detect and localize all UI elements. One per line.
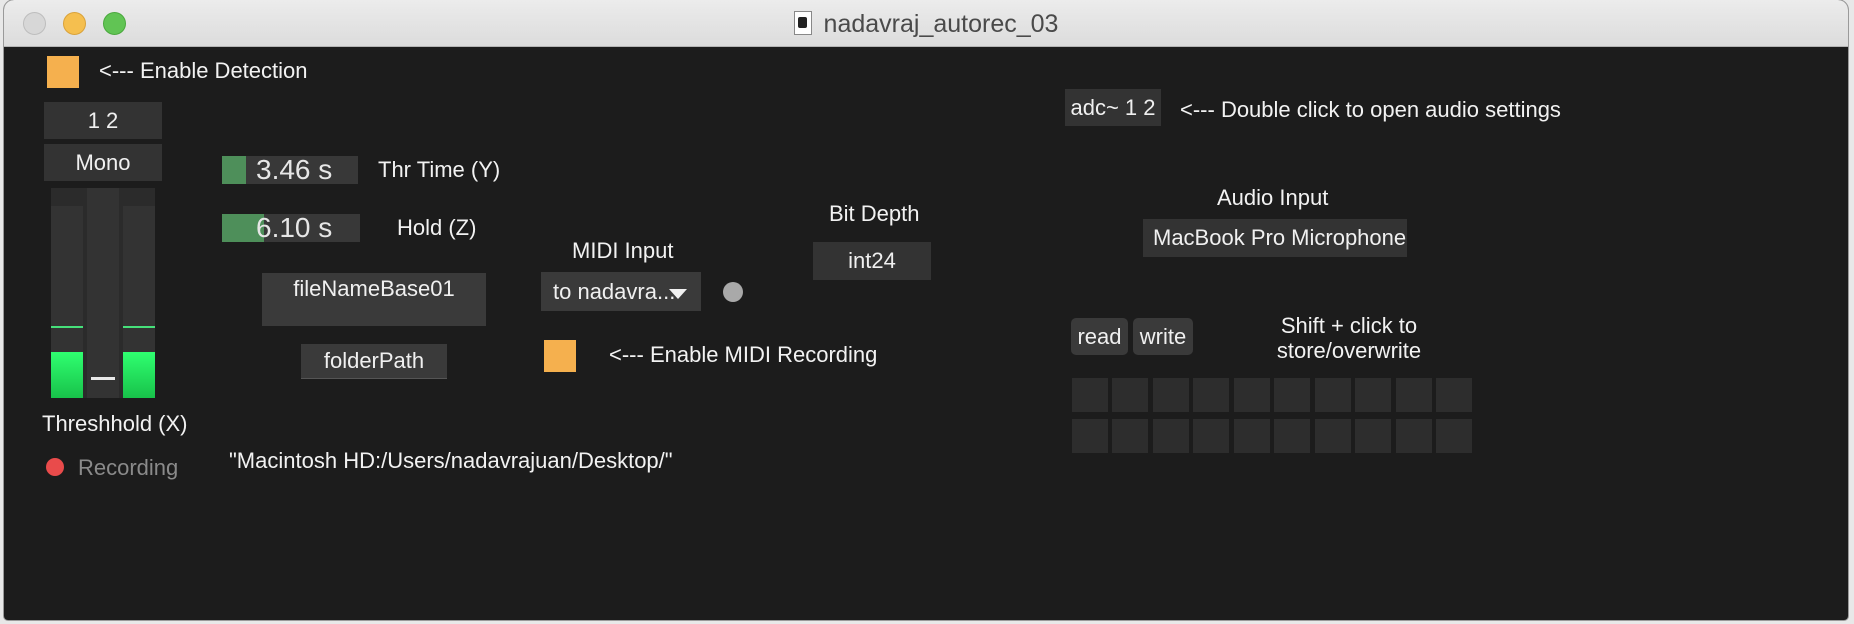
patch-area: <--- Enable Detection 1 2 Mono Threshhol… <box>4 47 1848 620</box>
adc-hint-label: <--- Double click to open audio settings <box>1180 97 1561 122</box>
window-title-wrap: nadavraj_autorec_03 <box>4 10 1848 39</box>
thr-time-fill <box>222 156 246 184</box>
preset-slot[interactable] <box>1355 419 1391 453</box>
preset-slot[interactable] <box>1355 378 1391 412</box>
right-meter-fill <box>123 352 155 398</box>
threshold-label: Threshhold (X) <box>42 411 188 436</box>
audio-input-label: Audio Input <box>1217 185 1329 210</box>
preset-slot[interactable] <box>1396 378 1432 412</box>
window-title: nadavraj_autorec_03 <box>823 10 1059 38</box>
preset-slot[interactable] <box>1274 419 1310 453</box>
enable-detection-label: <--- Enable Detection <box>99 58 308 83</box>
left-meter-fill <box>51 352 83 398</box>
preset-slot[interactable] <box>1315 378 1351 412</box>
channels-number-box[interactable]: 1 2 <box>44 102 162 139</box>
left-peak-line <box>51 326 83 328</box>
write-button[interactable]: write <box>1133 318 1193 355</box>
preset-hint-label: Shift + click to store/overwrite <box>1276 313 1422 363</box>
hold-number-box[interactable]: 6.10 s <box>222 212 360 243</box>
preset-slot[interactable] <box>1072 419 1108 453</box>
preset-slot[interactable] <box>1396 419 1432 453</box>
preset-slot[interactable] <box>1234 419 1270 453</box>
midi-input-label: MIDI Input <box>572 238 674 263</box>
level-meter <box>51 188 155 398</box>
preset-slot[interactable] <box>1112 419 1148 453</box>
enable-detection-toggle[interactable] <box>47 56 79 88</box>
file-name-base-field[interactable]: fileNameBase01 <box>262 273 486 326</box>
thr-time-label: Thr Time (Y) <box>378 157 501 182</box>
read-button[interactable]: read <box>1071 318 1128 355</box>
enable-midi-recording-label: <--- Enable MIDI Recording <box>609 342 878 367</box>
preset-slot[interactable] <box>1193 378 1229 412</box>
recording-label: Recording <box>78 455 179 480</box>
right-peak-line <box>123 326 155 328</box>
thr-time-value: 3.46 s <box>256 154 333 185</box>
thr-time-number-box[interactable]: 3.46 s <box>222 154 358 185</box>
hold-label: Hold (Z) <box>397 215 477 240</box>
midi-activity-led <box>723 282 743 302</box>
audio-input-menu[interactable]: MacBook Pro Microphone <box>1143 219 1407 257</box>
preset-grid[interactable] <box>1072 378 1472 454</box>
recording-indicator <box>46 458 64 476</box>
hold-value: 6.10 s <box>256 212 333 243</box>
right-meter-channel <box>123 206 155 398</box>
preset-slot[interactable] <box>1274 378 1310 412</box>
bit-depth-label: Bit Depth <box>829 201 920 226</box>
midi-input-dropdown[interactable]: to nadavra... <box>541 272 701 311</box>
preset-slot[interactable] <box>1436 378 1472 412</box>
title-bar: nadavraj_autorec_03 <box>4 0 1848 47</box>
midi-input-selected: to nadavra... <box>553 278 676 304</box>
document-icon <box>793 11 812 35</box>
path-text: "Macintosh HD:/Users/nadavrajuan/Desktop… <box>229 448 673 473</box>
preset-slot[interactable] <box>1153 378 1189 412</box>
bit-depth-menu[interactable]: int24 <box>813 242 931 280</box>
folder-path-button[interactable]: folderPath <box>301 344 447 379</box>
threshold-slider-knob[interactable] <box>91 377 115 380</box>
preset-slot[interactable] <box>1072 378 1108 412</box>
mode-menu[interactable]: Mono <box>44 144 162 181</box>
patcher-window: nadavraj_autorec_03 <--- Enable Detectio… <box>4 0 1848 620</box>
enable-midi-recording-toggle[interactable] <box>544 340 576 372</box>
threshold-slider[interactable] <box>87 188 119 398</box>
preset-slot[interactable] <box>1112 378 1148 412</box>
adc-object[interactable]: adc~ 1 2 <box>1065 89 1161 126</box>
preset-slot[interactable] <box>1153 419 1189 453</box>
preset-slot[interactable] <box>1234 378 1270 412</box>
preset-slot[interactable] <box>1315 419 1351 453</box>
chevron-down-icon <box>669 289 687 299</box>
preset-slot[interactable] <box>1193 419 1229 453</box>
left-meter-channel <box>51 206 83 398</box>
preset-slot[interactable] <box>1436 419 1472 453</box>
